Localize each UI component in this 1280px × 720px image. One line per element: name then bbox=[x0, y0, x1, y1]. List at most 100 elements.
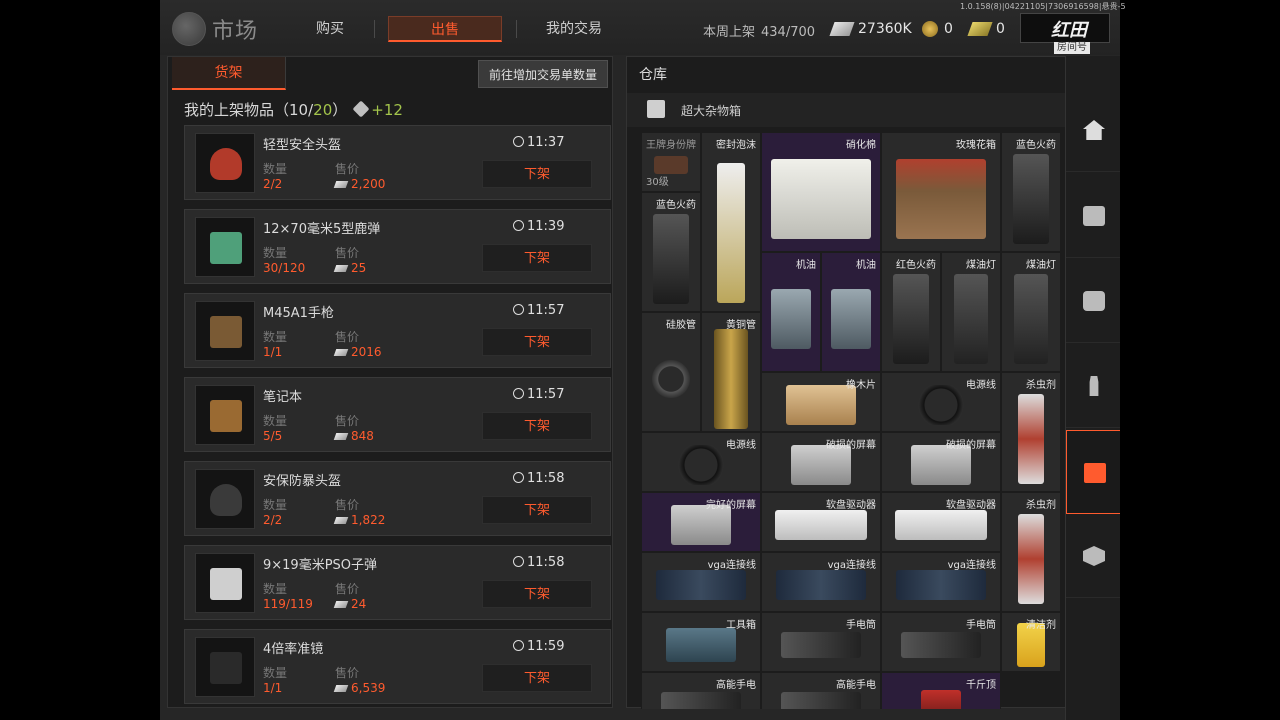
room-brand-logo: 红田 bbox=[1051, 20, 1087, 41]
my-listings-close: ） bbox=[332, 101, 348, 119]
warehouse-item[interactable]: vga连接线 bbox=[641, 552, 761, 612]
item-label: 蓝色火药 bbox=[656, 200, 696, 211]
delist-button[interactable]: 下架 bbox=[482, 580, 592, 608]
qty-label: 数量 bbox=[263, 330, 288, 344]
oil-can-icon bbox=[831, 289, 871, 350]
warehouse-item[interactable]: 机油 bbox=[821, 252, 881, 372]
item-label: 手电筒 bbox=[966, 620, 996, 631]
warehouse-item[interactable]: vga连接线 bbox=[761, 552, 881, 612]
listing-time: 11:39 bbox=[513, 219, 564, 234]
warehouse-item[interactable]: 黄铜管 bbox=[701, 312, 761, 432]
warehouse-item[interactable]: 手电筒 bbox=[761, 612, 881, 672]
warehouse-item[interactable]: 红色火药 bbox=[881, 252, 941, 372]
tab-buy[interactable]: 购买 bbox=[288, 16, 372, 42]
item-label: 橡木片 bbox=[846, 380, 876, 391]
container-header[interactable]: 超大杂物箱 bbox=[627, 93, 1065, 127]
warehouse-item[interactable]: 软盘驱动器 bbox=[881, 492, 1001, 552]
warehouse-item[interactable]: 手电筒 bbox=[881, 612, 1001, 672]
item-thumbnail bbox=[195, 133, 255, 193]
warehouse-item[interactable]: 机油 bbox=[761, 252, 821, 372]
item-name: 4倍率准镜 bbox=[263, 642, 324, 657]
nav-box[interactable] bbox=[1066, 514, 1120, 598]
listing-row[interactable]: 9×19毫米PSO子弹 数量 售价 119/119 24 11:58 下架 bbox=[184, 545, 611, 620]
warehouse-item[interactable]: 煤油灯 bbox=[1001, 252, 1061, 372]
warehouse-item[interactable]: 清洁剂 bbox=[1001, 612, 1061, 672]
warehouse-item[interactable]: 高能手电 bbox=[641, 672, 761, 709]
my-listings-count: 10 bbox=[289, 101, 309, 119]
tab-shelf[interactable]: 货架 bbox=[172, 57, 286, 90]
safe-box-icon bbox=[1083, 206, 1105, 226]
nav-medkit[interactable] bbox=[1066, 259, 1120, 343]
delist-button[interactable]: 下架 bbox=[482, 328, 592, 356]
delist-button[interactable]: 下架 bbox=[482, 244, 592, 272]
warehouse-item[interactable]: 硅胶管 bbox=[641, 312, 701, 432]
item-label: vga连接线 bbox=[827, 560, 876, 571]
warehouse-item[interactable]: 破损的屏幕 bbox=[881, 432, 1001, 492]
nav-crate[interactable] bbox=[1066, 430, 1120, 514]
item-thumbnail bbox=[195, 553, 255, 613]
powder-bottle-icon bbox=[653, 214, 689, 305]
globe-icon bbox=[172, 12, 206, 46]
listing-row[interactable]: 安保防暴头盔 数量 售价 2/2 1,822 11:58 下架 bbox=[184, 461, 611, 536]
delist-button[interactable]: 下架 bbox=[482, 412, 592, 440]
delist-button[interactable]: 下架 bbox=[482, 496, 592, 524]
side-nav bbox=[1065, 56, 1120, 720]
add-orders-button[interactable]: 前往增加交易单数量 bbox=[478, 60, 608, 88]
vga-cable-icon bbox=[656, 570, 746, 601]
warehouse-item[interactable]: 电源线 bbox=[881, 372, 1001, 432]
tab-my-trades[interactable]: 我的交易 bbox=[520, 16, 628, 42]
warehouse-item[interactable]: 玫瑰花箱 bbox=[881, 132, 1001, 252]
warehouse-item[interactable]: 破损的屏幕 bbox=[761, 432, 881, 492]
warehouse-item[interactable]: 杀虫剂 bbox=[1001, 372, 1061, 492]
room-badge[interactable]: 红田 bbox=[1020, 13, 1110, 43]
powder-bottle-icon bbox=[893, 274, 929, 365]
qty-value: 30/120 bbox=[263, 261, 306, 275]
market-app: 市场 购买 出售 我的交易 本周上架 434/700 27360K 0 0 红田 … bbox=[160, 0, 1120, 720]
wood-plank-icon bbox=[786, 385, 856, 426]
insecticide-icon bbox=[1018, 394, 1044, 485]
warehouse-item[interactable]: 工具箱 bbox=[641, 612, 761, 672]
delist-button[interactable]: 下架 bbox=[482, 664, 592, 692]
listing-row[interactable]: 轻型安全头盔 数量 售价 2/2 2,200 11:37 下架 bbox=[184, 125, 611, 200]
riot-helmet-icon bbox=[210, 484, 242, 516]
item-label: 煤油灯 bbox=[1026, 260, 1056, 271]
warehouse-item[interactable]: 高能手电 bbox=[761, 672, 881, 709]
warehouse-item[interactable]: 杀虫剂 bbox=[1001, 492, 1061, 612]
warehouse-item[interactable]: 千斤顶 bbox=[881, 672, 1001, 709]
warehouse-item[interactable]: 蓝色火药 bbox=[641, 192, 701, 312]
tab-sell[interactable]: 出售 bbox=[388, 16, 502, 42]
warehouse-item[interactable]: 密封泡沫 bbox=[701, 132, 761, 312]
item-label: 硝化棉 bbox=[846, 140, 876, 151]
listing-row[interactable]: 4倍率准镜 数量 售价 1/1 6,539 11:59 下架 bbox=[184, 629, 611, 704]
delist-button[interactable]: 下架 bbox=[482, 160, 592, 188]
listing-row[interactable]: M45A1手枪 数量 售价 1/1 2016 11:57 下架 bbox=[184, 293, 611, 368]
listing-row[interactable]: 笔记本 数量 售价 5/5 848 11:57 下架 bbox=[184, 377, 611, 452]
pistol-icon bbox=[210, 316, 242, 348]
item-name: M45A1手枪 bbox=[263, 306, 334, 321]
warehouse-item[interactable]: 橡木片 bbox=[761, 372, 881, 432]
vga-cable-icon bbox=[896, 570, 986, 601]
qty-label: 数量 bbox=[263, 498, 288, 512]
nav-home[interactable] bbox=[1066, 88, 1120, 172]
item-label: 红色火药 bbox=[896, 260, 936, 271]
warehouse-item[interactable]: 电源线 bbox=[641, 432, 761, 492]
warehouse-item[interactable]: 王牌身份牌 30级 bbox=[641, 132, 701, 192]
brass-pipe-icon bbox=[714, 329, 748, 430]
nav-safe-box[interactable] bbox=[1066, 174, 1120, 258]
qty-value: 5/5 bbox=[263, 429, 283, 443]
warehouse-item[interactable]: 蓝色火药 bbox=[1001, 132, 1061, 252]
warehouse-item[interactable]: vga连接线 bbox=[881, 552, 1001, 612]
item-label: 硅胶管 bbox=[666, 320, 696, 331]
flashlight-icon bbox=[661, 692, 741, 709]
listing-bonus: +12 bbox=[371, 101, 403, 119]
listing-row[interactable]: 12×70毫米5型鹿弹 数量 售价 30/120 25 11:39 下架 bbox=[184, 209, 611, 284]
warehouse-item[interactable]: 完好的屏幕 bbox=[641, 492, 761, 552]
nav-ammo[interactable] bbox=[1066, 344, 1120, 428]
item-label: 破损的屏幕 bbox=[946, 440, 996, 451]
warehouse-item[interactable]: 煤油灯 bbox=[941, 252, 1001, 372]
price-label: 售价 bbox=[335, 666, 360, 680]
item-label: 完好的屏幕 bbox=[706, 500, 756, 511]
room-label: 房间号 bbox=[1054, 42, 1090, 54]
warehouse-item[interactable]: 硝化棉 bbox=[761, 132, 881, 252]
warehouse-item[interactable]: 软盘驱动器 bbox=[761, 492, 881, 552]
